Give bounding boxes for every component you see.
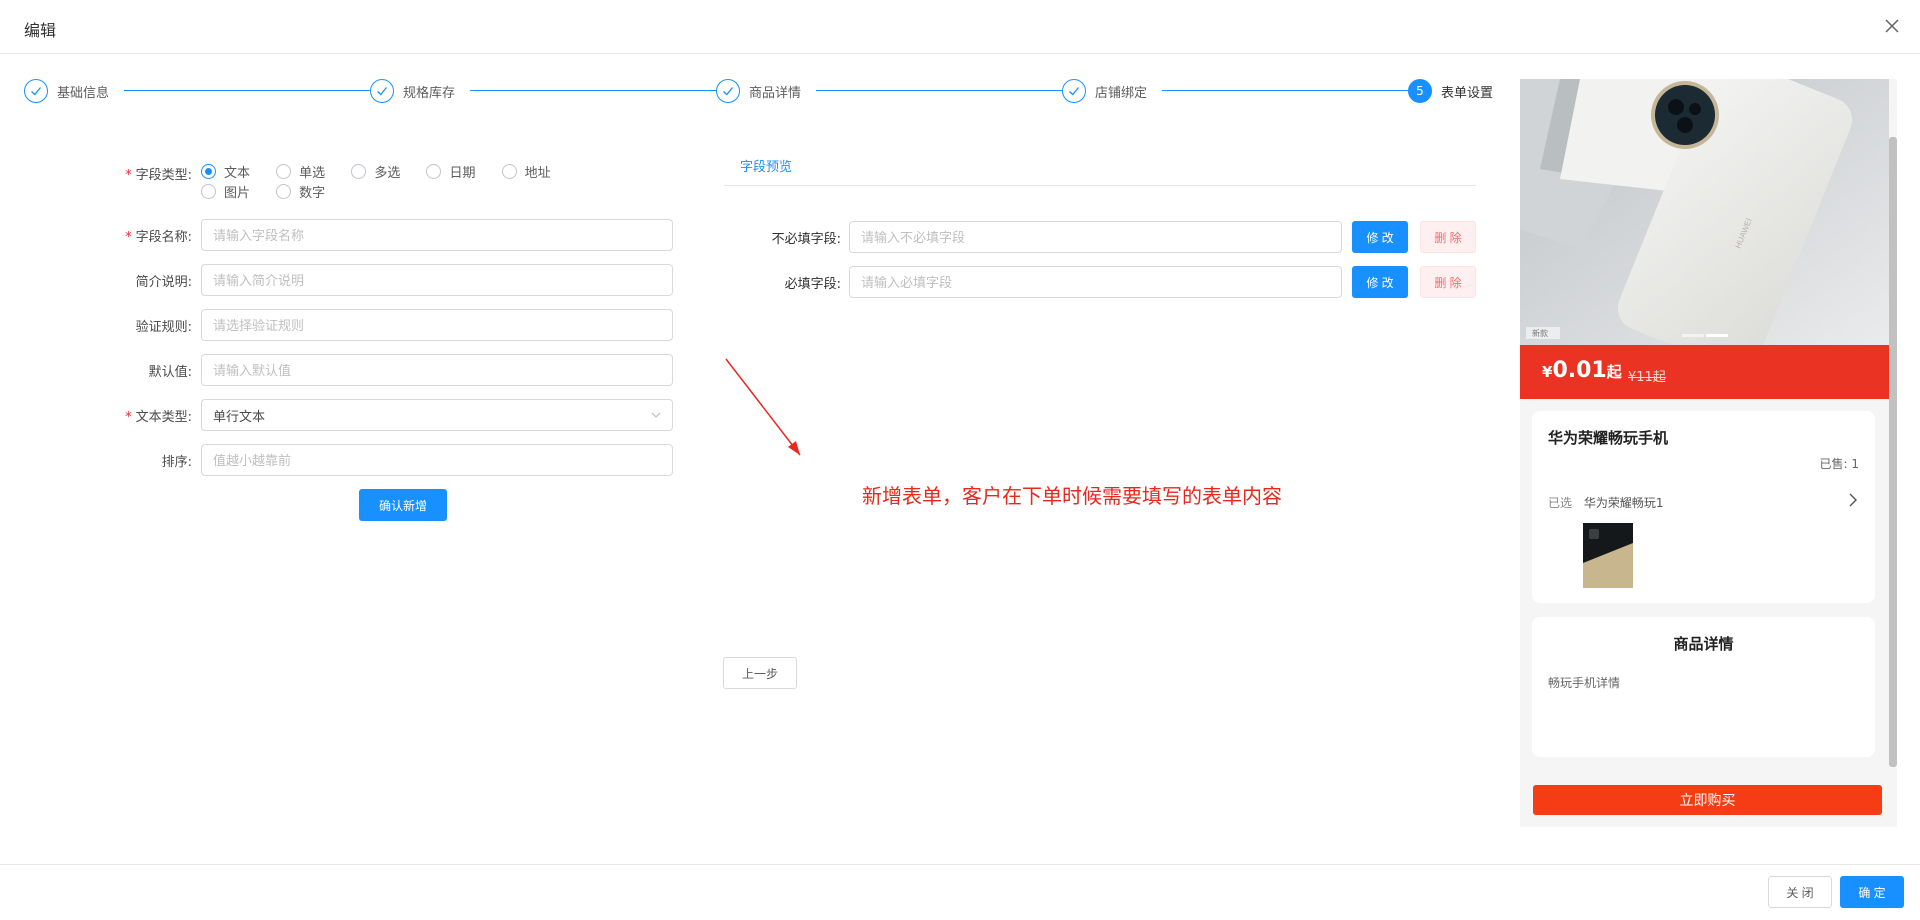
radio-image[interactable]: 图片: [201, 181, 250, 201]
radio-dot: [276, 163, 292, 179]
radio-dot: [426, 163, 442, 179]
dialog-title: 编辑: [24, 21, 57, 40]
field-name-input[interactable]: [201, 219, 673, 251]
step-form-settings[interactable]: 5 表单设置: [1408, 77, 1493, 105]
field-type-radio-group: 文本 单选 多选 日期 地址 图片 数字: [201, 161, 631, 201]
preview-divider: [724, 185, 1476, 186]
radio-address[interactable]: 地址: [501, 161, 551, 181]
radio-dot: [201, 183, 216, 199]
check-icon: [1062, 79, 1086, 103]
field-type-row: * 字段类型:: [100, 161, 200, 185]
radio-number[interactable]: 数字: [276, 181, 325, 201]
product-detail-card: 商品详情 畅玩手机详情: [1532, 617, 1875, 757]
edit-required-button[interactable]: 修 改: [1352, 266, 1408, 298]
step-product-detail[interactable]: 商品详情: [716, 77, 801, 105]
step-label: 表单设置: [1441, 85, 1494, 101]
product-image: HUAWEI 新款: [1520, 79, 1889, 345]
confirm-button[interactable]: 确 定: [1840, 876, 1904, 908]
radio-multi[interactable]: 多选: [351, 161, 400, 181]
prev-step-button[interactable]: 上一步: [723, 657, 797, 689]
steps-bar: 基础信息 规格库存 商品详情 店铺绑定 5 表单设置: [24, 77, 1498, 105]
detail-title: 商品详情: [1673, 635, 1734, 653]
product-info-card: 华为荣耀畅玩手机 已售: 1 已选 华为荣耀畅玩1: [1532, 411, 1875, 603]
radio-single[interactable]: 单选: [276, 161, 325, 181]
close-icon[interactable]: [1880, 14, 1904, 38]
buy-now-button[interactable]: 立即购买: [1533, 785, 1882, 815]
sort-input[interactable]: [201, 444, 673, 476]
product-photo-graphic: HUAWEI 新款: [1520, 79, 1889, 345]
selected-value: 华为荣耀畅玩1: [1583, 496, 1664, 510]
text-type-row: * 文本类型:: [100, 399, 200, 431]
price-original: ¥11起: [1628, 370, 1666, 385]
validation-label: 验证规则:: [135, 319, 192, 335]
sort-label: 排序:: [161, 454, 192, 470]
radio-dot: [351, 163, 367, 179]
description-row: 简介说明:: [100, 264, 200, 296]
svg-text:新款: 新款: [1532, 328, 1548, 338]
required-field-label: 必填字段:: [784, 277, 841, 292]
validation-row: 验证规则:: [100, 309, 200, 341]
radio-date[interactable]: 日期: [426, 161, 475, 181]
check-icon: [370, 79, 394, 103]
required-field-input[interactable]: [849, 266, 1342, 298]
step-store-binding[interactable]: 店铺绑定: [1062, 77, 1147, 105]
radio-dot: [501, 163, 517, 179]
product-name: 华为荣耀畅玩手机: [1548, 429, 1669, 447]
price-current: ¥0.01起: [1542, 358, 1622, 383]
step-connector: [816, 90, 1072, 91]
field-type-label: * 字段类型:: [125, 167, 192, 183]
step-label: 商品详情: [749, 85, 802, 101]
radio-dot: [276, 183, 292, 199]
price-bar: ¥0.01起 ¥11起: [1520, 345, 1889, 399]
delete-required-button[interactable]: 删 除: [1420, 266, 1476, 298]
step-connector: [124, 90, 380, 91]
detail-text: 畅玩手机详情: [1548, 676, 1621, 690]
step-basic-info[interactable]: 基础信息: [24, 77, 109, 105]
step-connector: [1162, 90, 1418, 91]
radio-text[interactable]: 文本: [201, 161, 250, 181]
text-type-value: 单行文本: [213, 409, 266, 425]
check-icon: [24, 79, 48, 103]
chevron-right-icon[interactable]: [1847, 493, 1859, 511]
default-value-input[interactable]: [201, 354, 673, 386]
annotation-arrow: [725, 358, 801, 456]
selected-label: 已选: [1548, 496, 1573, 510]
default-value-label: 默认值:: [148, 364, 192, 380]
optional-field-label: 不必填字段:: [771, 232, 841, 247]
tab-field-preview[interactable]: 字段预览: [740, 156, 792, 175]
step-label: 规格库存: [403, 85, 456, 101]
validation-select[interactable]: [201, 309, 673, 341]
text-type-label: * 文本类型:: [125, 409, 192, 425]
edit-dialog: 编辑 基础信息 规格库存 商品详情 店铺绑定 5 表单设置 * 字段类型: 文本…: [0, 0, 1920, 920]
chevron-down-icon: [650, 409, 662, 425]
sku-thumbnail[interactable]: [1583, 523, 1633, 588]
description-input[interactable]: [201, 264, 673, 296]
default-value-row: 默认值:: [100, 354, 200, 386]
radio-dot: [201, 163, 216, 179]
confirm-add-button[interactable]: 确认新增: [359, 489, 447, 521]
step-number: 5: [1408, 79, 1432, 103]
dialog-footer: 关 闭 确 定: [0, 864, 1920, 920]
step-label: 基础信息: [57, 85, 110, 101]
step-label: 店铺绑定: [1095, 85, 1148, 101]
optional-field-input[interactable]: [849, 221, 1342, 253]
sold-count: 已售: 1: [1819, 457, 1860, 471]
delete-optional-button[interactable]: 删 除: [1420, 221, 1476, 253]
sort-row: 排序:: [100, 444, 200, 476]
step-connector: [470, 90, 726, 91]
preview-scrollbar[interactable]: [1889, 137, 1897, 767]
mobile-preview: HUAWEI 新款 ¥0.01起 ¥11起 华为荣耀畅玩手机 已售: 1 已选 …: [1520, 79, 1897, 827]
edit-optional-button[interactable]: 修 改: [1352, 221, 1408, 253]
step-spec-stock[interactable]: 规格库存: [370, 77, 455, 105]
annotation-text: 新增表单，客户在下单时候需要填写的表单内容: [862, 484, 1282, 508]
selected-row[interactable]: 已选 华为荣耀畅玩1: [1548, 494, 1663, 511]
description-label: 简介说明:: [135, 274, 192, 290]
close-button[interactable]: 关 闭: [1768, 876, 1832, 908]
field-name-row: * 字段名称:: [100, 219, 200, 251]
field-name-label: * 字段名称:: [125, 229, 192, 245]
text-type-select[interactable]: 单行文本: [201, 399, 673, 431]
check-icon: [716, 79, 740, 103]
dialog-header: 编辑: [0, 0, 1920, 54]
